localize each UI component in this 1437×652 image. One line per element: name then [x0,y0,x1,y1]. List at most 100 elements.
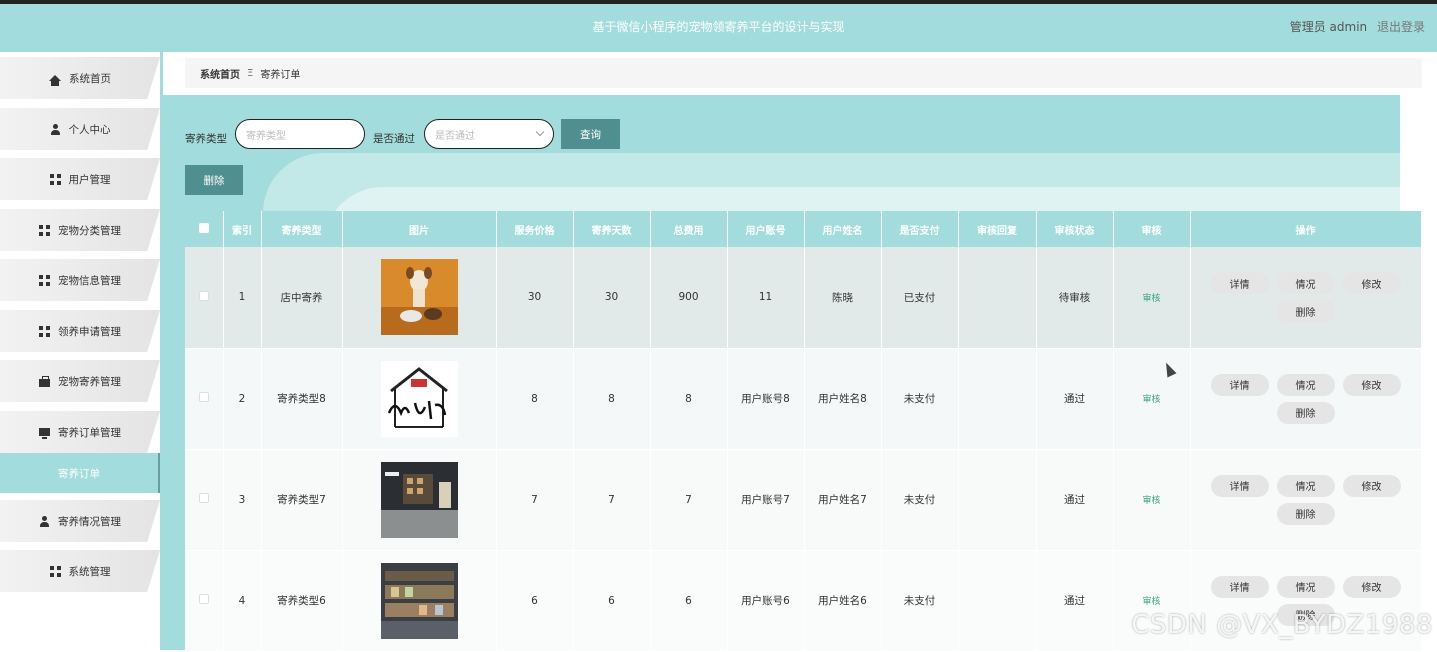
type-filter-input[interactable]: 寄养类型 [235,119,365,149]
audit-link[interactable]: 审核 [1142,597,1160,607]
column-header: 审核回复 [958,211,1036,247]
cell-total: 6 [650,550,727,651]
cell-account: 11 [727,247,804,348]
logout-link[interactable]: 退出登录 [1377,20,1425,34]
cell-days: 8 [573,348,650,449]
cell-account: 用户账号7 [727,449,804,550]
sidebar-item-label: 个人中心 [69,122,111,137]
sidebar-item-label: 宠物寄养管理 [58,374,121,389]
table-row: 3 寄养类型7 7 7 7 用户账号7 用户姓名7 未 [185,449,1421,550]
cell-days: 7 [573,449,650,550]
watermark: CSDN @VX_BYDZ1988 [1131,610,1433,640]
type-filter-placeholder: 寄养类型 [246,127,286,142]
situation-button[interactable]: 情况 [1277,272,1335,294]
cell-index: 4 [223,550,261,651]
cell-total: 900 [650,247,727,348]
cell-audit: 审核 [1113,348,1190,449]
sidebar-item-label: 寄养情况管理 [58,514,121,529]
situation-button[interactable]: 情况 [1277,576,1335,598]
sidebar-item-pet-boarding[interactable]: 宠物寄养管理 [0,360,160,402]
sidebar-item-boarding-status[interactable]: 寄养情况管理 [0,500,160,542]
delete-button[interactable]: 删除 [1277,402,1335,424]
monitor-icon [39,428,50,436]
situation-button[interactable]: 情况 [1277,475,1335,497]
audit-link[interactable]: 审核 [1142,395,1160,405]
column-header: 用户姓名 [804,211,881,247]
sidebar-item-pet-category[interactable]: 宠物分类管理 [0,209,160,251]
detail-button[interactable]: 详情 [1211,272,1269,294]
sidebar-item-label: 用户管理 [69,172,111,187]
cell-days: 6 [573,550,650,651]
row-checkbox[interactable] [185,348,223,449]
cell-price: 6 [496,550,573,651]
shop-interior-photo[interactable] [381,462,458,538]
detail-button[interactable]: 详情 [1211,475,1269,497]
cell-price: 7 [496,449,573,550]
sidebar-item-label: 寄养订单管理 [58,425,121,440]
cell-total: 7 [650,449,727,550]
pass-filter-select[interactable]: 是否通过 [424,119,554,149]
pass-filter-placeholder: 是否通过 [435,127,475,142]
grid-icon [39,326,50,337]
pet-store-photo[interactable] [381,563,458,639]
sidebar-item-users[interactable]: 用户管理 [0,158,160,200]
admin-label: 管理员 admin [1290,20,1367,34]
sidebar-item-system[interactable]: 系统管理 [0,550,160,592]
sidebar-item-pet-info[interactable]: 宠物信息管理 [0,259,160,301]
edit-button[interactable]: 修改 [1343,576,1401,598]
pet-shop-logo[interactable] [381,361,458,437]
cell-index: 3 [223,449,261,550]
cell-type: 店中寄养 [261,247,342,348]
sidebar-item-label: 领养申请管理 [58,324,121,339]
detail-button[interactable]: 详情 [1211,576,1269,598]
cell-name: 用户姓名6 [804,550,881,651]
delete-button[interactable]: 删除 [1277,300,1335,322]
sidebar-item-label: 宠物信息管理 [58,273,121,288]
cell-paid: 未支付 [881,348,958,449]
dog-photo[interactable] [381,259,458,335]
sidebar-item-adoption[interactable]: 领养申请管理 [0,310,160,352]
column-header: 寄养类型 [261,211,342,247]
cell-index: 1 [223,247,261,348]
column-header: 索引 [223,211,261,247]
column-header: 审核 [1113,211,1190,247]
audit-link[interactable]: 审核 [1142,496,1160,506]
column-header: 总费用 [650,211,727,247]
audit-link[interactable]: 审核 [1142,294,1160,304]
query-button[interactable]: 查询 [561,119,620,149]
cell-price: 30 [496,247,573,348]
edit-button[interactable]: 修改 [1343,475,1401,497]
delete-button[interactable]: 删除 [1277,503,1335,525]
column-header: 寄养天数 [573,211,650,247]
sidebar-item-profile[interactable]: 个人中心 [0,108,160,150]
breadcrumb-current: 寄养订单 [260,66,300,81]
batch-delete-button[interactable]: 删除 [185,165,243,195]
column-header: 操作 [1190,211,1421,247]
row-checkbox[interactable] [185,449,223,550]
row-checkbox[interactable] [185,550,223,651]
cell-actions: 详情 情况 修改 删除 [1190,348,1421,449]
user-area: 管理员 admin 退出登录 [1290,18,1425,35]
detail-button[interactable]: 详情 [1211,374,1269,396]
sidebar-item-boarding-orders[interactable]: 寄养订单管理 [0,411,160,453]
briefcase-icon [39,379,50,387]
orders-table: 索引 寄养类型 图片 服务价格 寄养天数 总费用 用户账号 用户姓名 是否支付 … [185,211,1422,652]
sidebar-subitem-boarding-order[interactable]: 寄养订单 [0,453,161,493]
cell-index: 2 [223,348,261,449]
column-header: 用户账号 [727,211,804,247]
breadcrumb-home[interactable]: 系统首页 [200,66,240,81]
breadcrumb-separator: Ξ [247,68,253,79]
row-checkbox[interactable] [185,247,223,348]
cell-type: 寄养类型7 [261,449,342,550]
sidebar-item-home[interactable]: 系统首页 [0,57,160,99]
cell-actions: 详情 情况 修改 删除 [1190,449,1421,550]
table-row: 1 店中寄养 30 30 900 11 陈晓 已支付 [185,247,1421,348]
cell-type: 寄养类型8 [261,348,342,449]
situation-button[interactable]: 情况 [1277,374,1335,396]
select-all-checkbox[interactable] [185,211,223,247]
edit-button[interactable]: 修改 [1343,272,1401,294]
cell-name: 用户姓名8 [804,348,881,449]
cell-paid: 已支付 [881,247,958,348]
app-title: 基于微信小程序的宠物领寄养平台的设计与实现 [0,18,1437,35]
edit-button[interactable]: 修改 [1343,374,1401,396]
